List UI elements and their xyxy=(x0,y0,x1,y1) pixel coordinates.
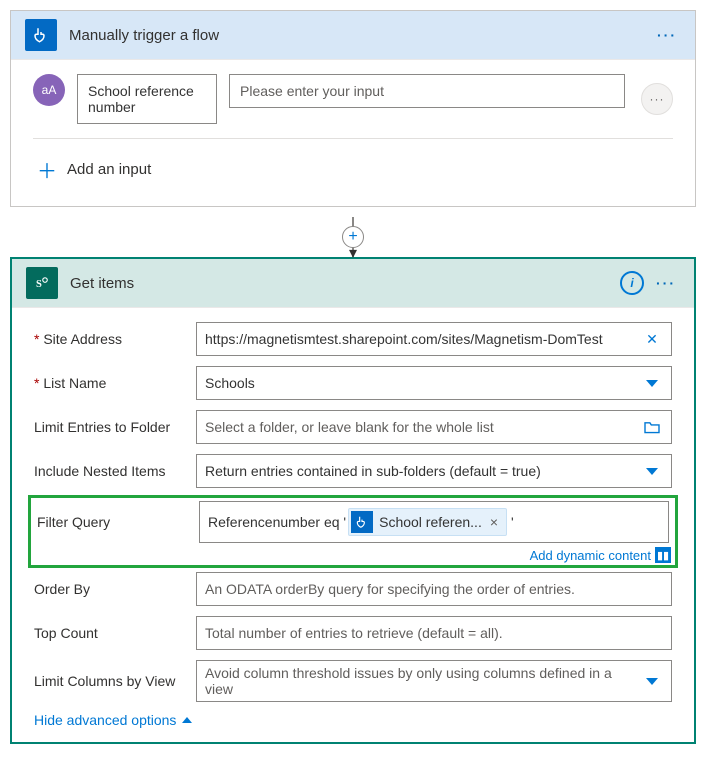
row-nested: Include Nested Items Return entries cont… xyxy=(34,454,672,488)
action-header[interactable]: S Get items i ··· xyxy=(12,259,694,308)
trigger-icon xyxy=(25,19,57,51)
field-site-address[interactable]: https://magnetismtest.sharepoint.com/sit… xyxy=(196,322,672,356)
add-input-button[interactable]: ＋ Add an input xyxy=(33,139,673,192)
filter-suffix: ' xyxy=(511,514,514,530)
add-input-label: Add an input xyxy=(67,161,151,178)
hide-advanced-label: Hide advanced options xyxy=(34,712,176,728)
label-list-name: List Name xyxy=(34,375,184,391)
label-limit-folder: Limit Entries to Folder xyxy=(34,419,184,435)
trigger-input-row: aA School reference number Please enter … xyxy=(33,74,673,139)
label-nested: Include Nested Items xyxy=(34,463,184,479)
value-list-name: Schools xyxy=(205,375,635,391)
action-title: Get items xyxy=(70,275,620,292)
row-limit-folder: Limit Entries to Folder Select a folder,… xyxy=(34,410,672,444)
trigger-card: Manually trigger a flow ··· aA School re… xyxy=(10,10,696,207)
token-remove-icon[interactable]: × xyxy=(488,514,500,530)
placeholder-limit-columns: Avoid column threshold issues by only us… xyxy=(205,665,635,697)
label-filter-query: Filter Query xyxy=(37,514,187,530)
action-card: S Get items i ··· Site Address https://m… xyxy=(10,257,696,744)
chevron-up-icon xyxy=(182,717,192,723)
trigger-body: aA School reference number Please enter … xyxy=(11,60,695,206)
filter-query-highlight: Filter Query Referencenumber eq ' School… xyxy=(28,495,678,568)
trigger-more-icon[interactable]: ··· xyxy=(653,23,681,47)
folder-icon[interactable] xyxy=(641,420,663,434)
field-limit-columns[interactable]: Avoid column threshold issues by only us… xyxy=(196,660,672,702)
svg-text:S: S xyxy=(36,279,42,290)
label-top-count: Top Count xyxy=(34,625,184,641)
dynamic-content-badge-icon: ▮▮ xyxy=(655,547,671,563)
row-limit-columns: Limit Columns by View Avoid column thres… xyxy=(34,660,672,702)
chevron-down-icon[interactable] xyxy=(641,678,663,685)
row-filter-query: Filter Query Referencenumber eq ' School… xyxy=(37,501,669,543)
field-nested[interactable]: Return entries contained in sub-folders … xyxy=(196,454,672,488)
label-site-address: Site Address xyxy=(34,331,184,347)
placeholder-limit-folder: Select a folder, or leave blank for the … xyxy=(205,419,635,435)
field-limit-folder[interactable]: Select a folder, or leave blank for the … xyxy=(196,410,672,444)
value-site-address: https://magnetismtest.sharepoint.com/sit… xyxy=(205,331,635,347)
placeholder-top-count: Total number of entries to retrieve (def… xyxy=(205,625,663,641)
chevron-down-icon[interactable] xyxy=(641,380,663,387)
clear-icon[interactable]: ✕ xyxy=(641,331,663,348)
field-filter-query[interactable]: Referencenumber eq ' School referen... ×… xyxy=(199,501,669,543)
field-top-count[interactable]: Total number of entries to retrieve (def… xyxy=(196,616,672,650)
chevron-down-icon[interactable] xyxy=(641,468,663,475)
sharepoint-icon: S xyxy=(26,267,58,299)
field-list-name[interactable]: Schools xyxy=(196,366,672,400)
text-input-icon: aA xyxy=(33,74,65,106)
hide-advanced-toggle[interactable]: Hide advanced options xyxy=(34,712,672,728)
input-more-button[interactable]: ··· xyxy=(641,83,673,115)
dynamic-content-label: Add dynamic content xyxy=(530,548,651,563)
action-more-icon[interactable]: ··· xyxy=(652,271,680,295)
row-order-by: Order By An ODATA orderBy query for spec… xyxy=(34,572,672,606)
flow-connector: + ▾ xyxy=(10,217,696,257)
add-dynamic-content-link[interactable]: Add dynamic content ▮▮ xyxy=(530,547,671,563)
plus-icon: ＋ xyxy=(37,155,57,184)
label-order-by: Order By xyxy=(34,581,184,597)
action-body: Site Address https://magnetismtest.share… xyxy=(12,308,694,742)
row-list-name: List Name Schools xyxy=(34,366,672,400)
filter-prefix: Referencenumber eq ' xyxy=(208,514,346,530)
placeholder-order-by: An ODATA orderBy query for specifying th… xyxy=(205,581,663,597)
info-icon[interactable]: i xyxy=(620,271,644,295)
input-name-field[interactable]: School reference number xyxy=(77,74,217,124)
row-top-count: Top Count Total number of entries to ret… xyxy=(34,616,672,650)
token-label: School referen... xyxy=(379,514,482,530)
arrow-down-icon: ▾ xyxy=(349,243,357,263)
label-limit-columns: Limit Columns by View xyxy=(34,673,184,689)
dynamic-token[interactable]: School referen... × xyxy=(348,508,507,536)
trigger-title: Manually trigger a flow xyxy=(69,27,653,44)
field-order-by[interactable]: An ODATA orderBy query for specifying th… xyxy=(196,572,672,606)
row-site-address: Site Address https://magnetismtest.share… xyxy=(34,322,672,356)
trigger-header[interactable]: Manually trigger a flow ··· xyxy=(11,11,695,60)
value-nested: Return entries contained in sub-folders … xyxy=(205,463,635,479)
input-value-field[interactable]: Please enter your input xyxy=(229,74,625,108)
token-trigger-icon xyxy=(351,511,373,533)
